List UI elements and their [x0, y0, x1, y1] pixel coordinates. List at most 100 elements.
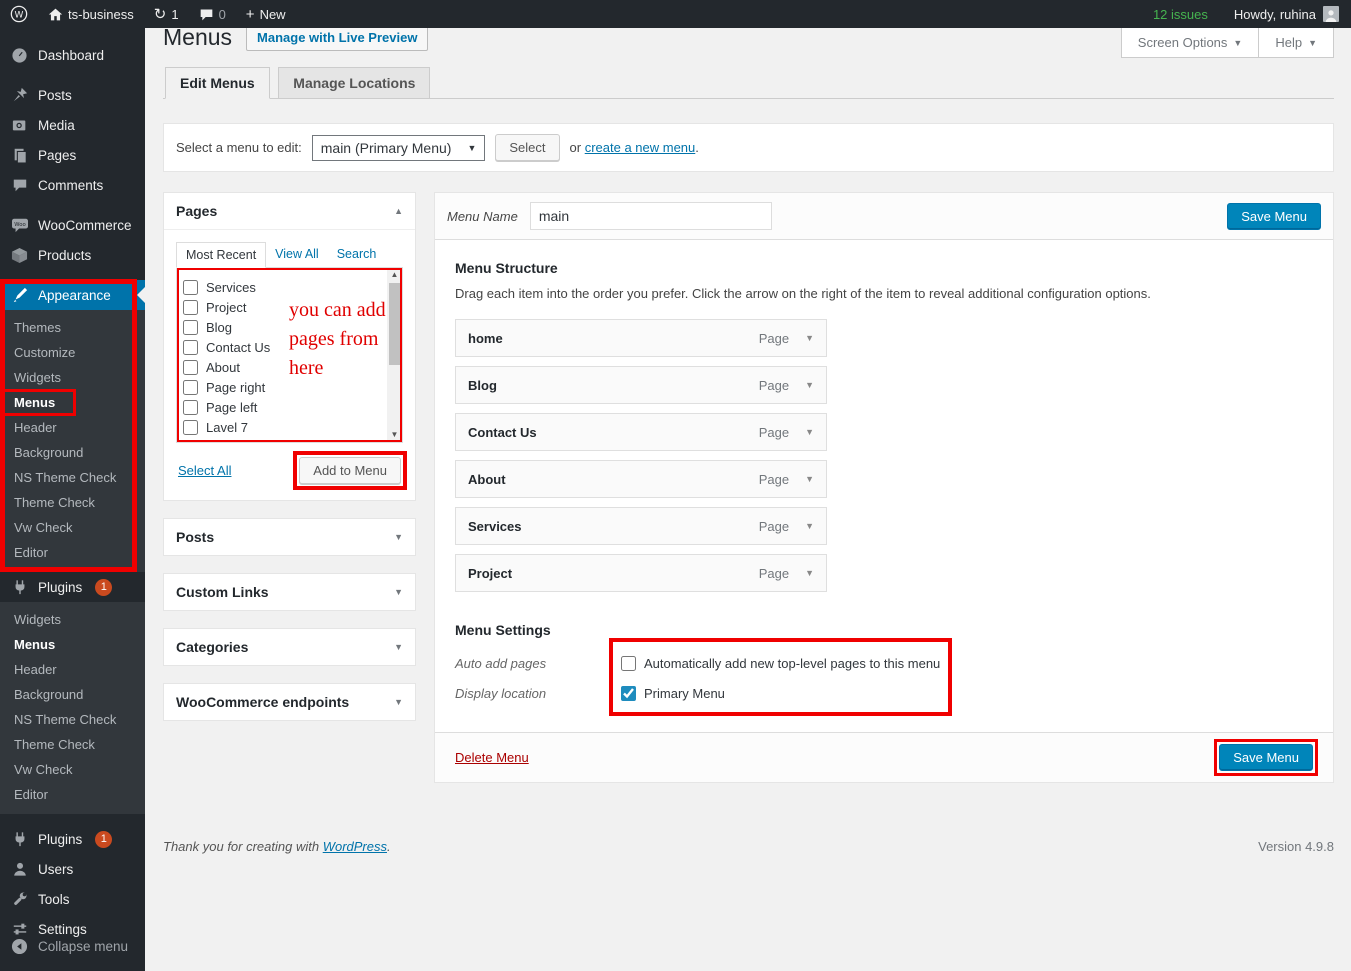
- submenu-editor[interactable]: Editor: [0, 540, 145, 565]
- tab-view-all[interactable]: View All: [266, 242, 328, 267]
- submenu-customize[interactable]: Customize: [0, 340, 145, 365]
- screen-options-button[interactable]: Screen Options ▼: [1121, 28, 1260, 58]
- checkbox[interactable]: [183, 300, 198, 315]
- save-menu-button-top[interactable]: Save Menu: [1227, 203, 1321, 230]
- primary-menu-checkbox[interactable]: [621, 686, 636, 701]
- menu-item-services[interactable]: Services Page▼: [455, 507, 827, 545]
- sidebar-item-plugins[interactable]: Plugins 1: [0, 572, 145, 602]
- posts-postbox: Posts ▼: [163, 518, 416, 556]
- item-expand-icon[interactable]: ▼: [805, 333, 814, 343]
- chevron-down-icon: ▼: [1233, 38, 1242, 48]
- screen-meta: Screen Options ▼ Help ▼: [1122, 28, 1334, 58]
- save-menu-button-bottom[interactable]: Save Menu: [1219, 744, 1313, 771]
- chevron-down-icon: ▼: [394, 587, 403, 597]
- page-checkbox-services[interactable]: Services: [183, 277, 386, 297]
- auto-add-pages-checkbox[interactable]: [621, 656, 636, 671]
- create-new-menu-link[interactable]: create a new menu: [585, 140, 696, 155]
- posts-postbox-header[interactable]: Posts ▼: [164, 519, 415, 555]
- item-expand-icon[interactable]: ▼: [805, 427, 814, 437]
- submenu2-header[interactable]: Header: [0, 657, 145, 682]
- sidebar-item-products[interactable]: Products: [0, 240, 145, 270]
- pages-postbox-header[interactable]: Pages ▲: [164, 193, 415, 229]
- checkbox[interactable]: [183, 400, 198, 415]
- wordpress-logo-icon[interactable]: W: [0, 0, 38, 28]
- submenu-ns-theme-check[interactable]: NS Theme Check: [0, 465, 145, 490]
- checkbox[interactable]: [183, 280, 198, 295]
- sidebar-item-dashboard[interactable]: Dashboard: [0, 40, 145, 70]
- sidebar-item-comments[interactable]: Comments: [0, 170, 145, 200]
- menu-item-home[interactable]: home Page▼: [455, 319, 827, 357]
- menu-name-input[interactable]: [530, 202, 772, 230]
- wordpress-link[interactable]: WordPress: [323, 839, 387, 854]
- sidebar-item-pages[interactable]: Pages: [0, 140, 145, 170]
- submenu-theme-check[interactable]: Theme Check: [0, 490, 145, 515]
- submenu-themes[interactable]: Themes: [0, 315, 145, 340]
- tab-search[interactable]: Search: [328, 242, 386, 267]
- custom-links-postbox-header[interactable]: Custom Links ▼: [164, 574, 415, 610]
- submenu-header[interactable]: Header: [0, 415, 145, 440]
- updates-menu[interactable]: ↻ 1: [144, 0, 189, 28]
- submenu-menus[interactable]: Menus: [0, 390, 145, 415]
- item-expand-icon[interactable]: ▼: [805, 521, 814, 531]
- auto-add-pages-checkbox-row[interactable]: Automatically add new top-level pages to…: [621, 648, 940, 678]
- tab-most-recent[interactable]: Most Recent: [176, 242, 266, 268]
- sidebar-item-posts[interactable]: Posts: [0, 80, 145, 110]
- delete-menu-link[interactable]: Delete Menu: [455, 750, 529, 765]
- page-checkbox-lavel-7[interactable]: Lavel 7: [183, 417, 386, 437]
- select-all-link[interactable]: Select All: [178, 463, 231, 478]
- scroll-up-icon[interactable]: ▲: [391, 268, 399, 282]
- categories-postbox-header[interactable]: Categories ▼: [164, 629, 415, 665]
- item-expand-icon[interactable]: ▼: [805, 474, 814, 484]
- checkbox[interactable]: [183, 380, 198, 395]
- menu-item-project[interactable]: Project Page▼: [455, 554, 827, 592]
- pages-icon: [10, 147, 29, 163]
- page-checkbox-page-left[interactable]: Page left: [183, 397, 386, 417]
- scroll-down-icon[interactable]: ▼: [391, 428, 399, 442]
- menu-item-contact-us[interactable]: Contact Us Page▼: [455, 413, 827, 451]
- site-name-menu[interactable]: ts-business: [38, 0, 144, 28]
- submenu2-widgets[interactable]: Widgets: [0, 607, 145, 632]
- submenu-background[interactable]: Background: [0, 440, 145, 465]
- new-content-menu[interactable]: + New: [236, 0, 296, 28]
- sidebar-item-users[interactable]: Users: [0, 854, 145, 884]
- item-expand-icon[interactable]: ▼: [805, 380, 814, 390]
- submenu2-theme-check[interactable]: Theme Check: [0, 732, 145, 757]
- tab-manage-locations[interactable]: Manage Locations: [278, 67, 430, 98]
- comments-menu[interactable]: 0: [189, 0, 236, 28]
- issues-link[interactable]: 12 issues: [1139, 7, 1222, 22]
- sidebar-item-media[interactable]: Media: [0, 110, 145, 140]
- sidebar-item-tools[interactable]: Tools: [0, 884, 145, 914]
- menu-item-blog[interactable]: Blog Page▼: [455, 366, 827, 404]
- submenu2-editor[interactable]: Editor: [0, 782, 145, 807]
- sidebar-item-appearance[interactable]: Appearance: [0, 280, 145, 310]
- menu-select[interactable]: main (Primary Menu) ▼: [312, 135, 486, 161]
- primary-menu-checkbox-row[interactable]: Primary Menu: [621, 678, 940, 708]
- item-expand-icon[interactable]: ▼: [805, 568, 814, 578]
- submenu2-menus[interactable]: Menus: [0, 632, 145, 657]
- submenu2-background[interactable]: Background: [0, 682, 145, 707]
- chevron-down-icon: ▼: [394, 697, 403, 707]
- help-button[interactable]: Help ▼: [1258, 28, 1334, 58]
- tab-edit-menus[interactable]: Edit Menus: [165, 67, 270, 99]
- woocommerce-endpoints-postbox-header[interactable]: WooCommerce endpoints ▼: [164, 684, 415, 720]
- manage-live-preview-button[interactable]: Manage with Live Preview: [246, 24, 428, 51]
- sidebar-item-plugins-2[interactable]: Plugins 1: [0, 824, 145, 854]
- avatar: [1323, 6, 1339, 22]
- menu-item-about[interactable]: About Page▼: [455, 460, 827, 498]
- checkbox[interactable]: [183, 320, 198, 335]
- checkbox[interactable]: [183, 340, 198, 355]
- sidebar-item-woocommerce[interactable]: Woo WooCommerce: [0, 210, 145, 240]
- submenu2-ns-theme-check[interactable]: NS Theme Check: [0, 707, 145, 732]
- plugin-icon: [10, 831, 29, 847]
- submenu-vw-check[interactable]: Vw Check: [0, 515, 145, 540]
- account-menu[interactable]: Howdy, ruhina: [1222, 6, 1351, 22]
- collapse-menu-button[interactable]: Collapse menu: [0, 931, 145, 961]
- submenu-widgets[interactable]: Widgets: [0, 365, 145, 390]
- annotation-box-appearance: Appearance Themes Customize Widgets Menu…: [0, 280, 145, 572]
- submenu2-vw-check[interactable]: Vw Check: [0, 757, 145, 782]
- checkbox[interactable]: [183, 360, 198, 375]
- add-to-menu-button[interactable]: Add to Menu: [299, 457, 401, 484]
- select-button[interactable]: Select: [495, 134, 559, 161]
- checkbox[interactable]: [183, 420, 198, 435]
- chevron-down-icon: ▼: [394, 532, 403, 542]
